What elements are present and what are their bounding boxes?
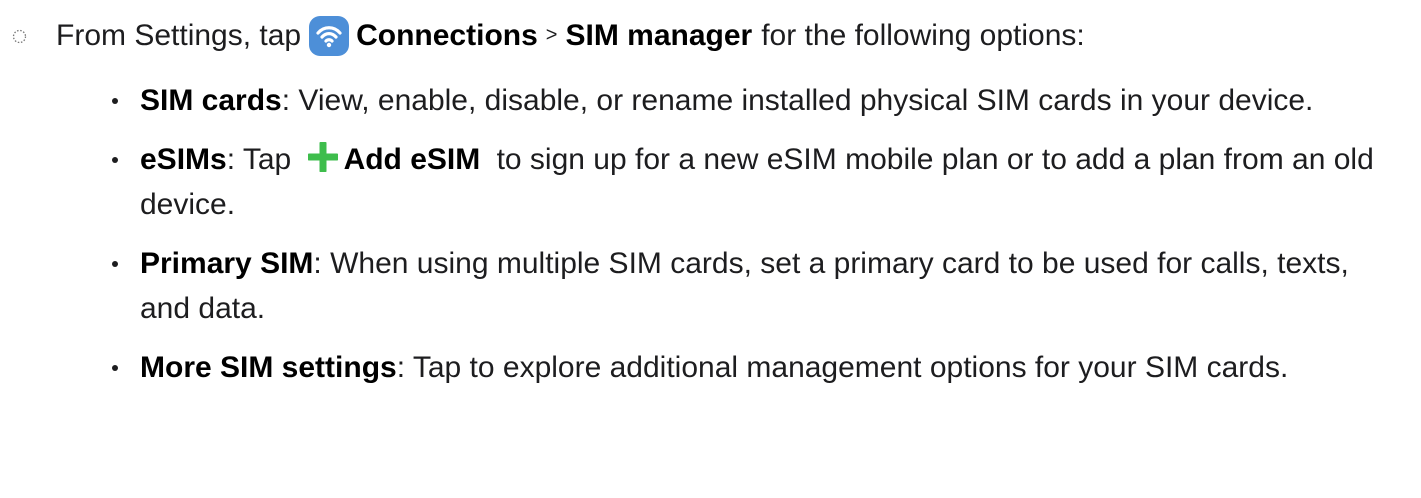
wifi-icon	[309, 16, 350, 56]
option-term: Primary SIM	[140, 247, 314, 280]
option-description: : When using multiple SIM cards, set a p…	[140, 247, 1349, 325]
bullet-dot	[112, 261, 118, 267]
instruction-page: From Settings, tap Connections > SIM man…	[0, 0, 1421, 498]
bullet-dot	[112, 365, 118, 371]
intro-instruction: From Settings, tap Connections > SIM man…	[0, 14, 1085, 58]
option-esims: eSIMs: Tap Add eSIM to sign up for a new…	[112, 137, 1397, 227]
option-primary-sim: Primary SIM: When using multiple SIM car…	[112, 241, 1397, 331]
plus-icon	[306, 140, 340, 174]
breadcrumb-separator: >	[545, 24, 558, 46]
intro-prefix: From Settings, tap	[56, 19, 302, 52]
option-term: More SIM settings	[140, 351, 397, 384]
sim-manager-label: SIM manager	[565, 19, 753, 52]
bullet-dot	[112, 157, 118, 163]
intro-suffix: for the following options:	[761, 19, 1085, 52]
option-term: SIM cards	[140, 84, 282, 117]
option-description: : View, enable, disable, or rename insta…	[281, 84, 1314, 117]
option-sim-cards: SIM cards: View, enable, disable, or ren…	[112, 78, 1397, 123]
option-description: : Tap to explore additional management o…	[396, 351, 1289, 384]
add-esim-label: Add eSIM	[343, 143, 481, 176]
option-term: eSIMs	[140, 143, 227, 176]
sim-options-list: SIM cards: View, enable, disable, or ren…	[112, 78, 1397, 404]
option-before: : Tap	[226, 143, 292, 176]
connections-label: Connections	[356, 19, 538, 52]
option-more-sim-settings: More SIM settings: Tap to explore additi…	[112, 345, 1397, 390]
dotted-circle-icon	[12, 29, 27, 44]
bullet-dot	[112, 98, 118, 104]
